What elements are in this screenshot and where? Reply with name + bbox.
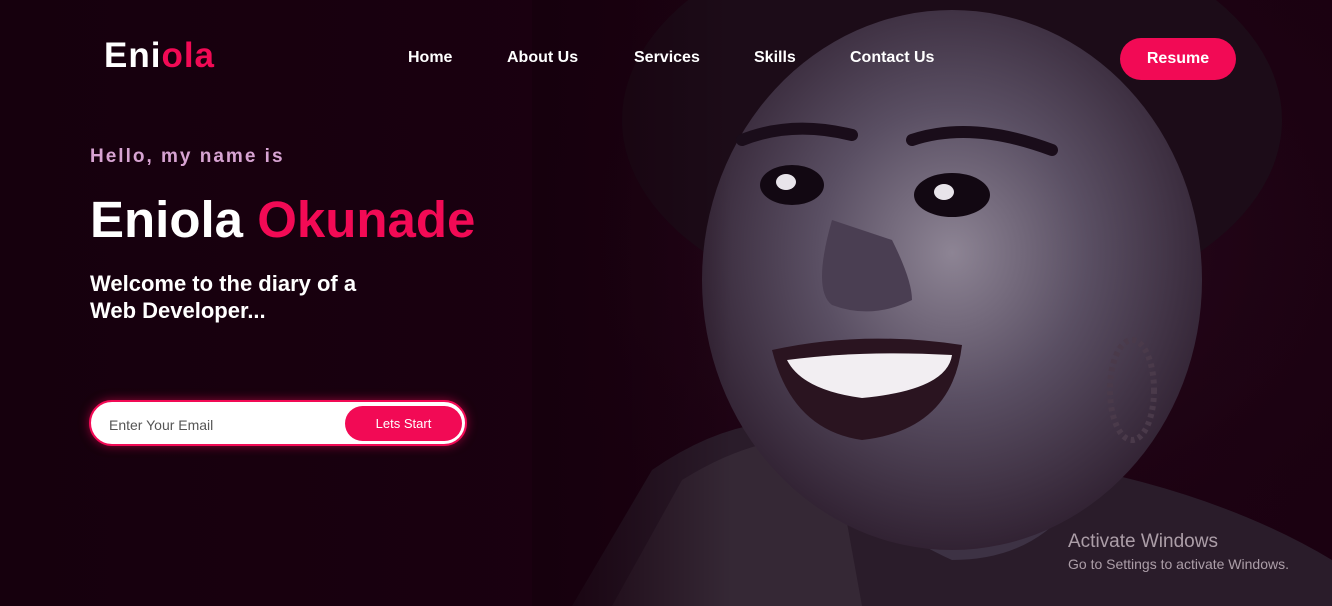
- tagline-line-1: Welcome to the diary of a: [90, 271, 357, 296]
- email-signup-form: Lets Start: [89, 400, 467, 446]
- tagline-line-2: Web Developer...: [90, 298, 266, 323]
- hero-tagline: Welcome to the diary of a Web Developer.…: [90, 270, 410, 324]
- nav-link-contact-us[interactable]: Contact Us: [850, 49, 934, 67]
- top-navbar: Eniola Home About Us Services Skills Con…: [0, 0, 1332, 116]
- lets-start-button[interactable]: Lets Start: [345, 406, 462, 441]
- hero-page: Eniola Home About Us Services Skills Con…: [0, 0, 1332, 606]
- watermark-subtitle: Go to Settings to activate Windows.: [1068, 556, 1289, 572]
- site-logo[interactable]: Eniola: [104, 36, 215, 76]
- nav-link-about-us[interactable]: About Us: [507, 49, 578, 67]
- nav-link-skills[interactable]: Skills: [754, 49, 796, 67]
- logo-text-accent: ola: [161, 36, 216, 75]
- resume-button[interactable]: Resume: [1120, 38, 1236, 80]
- email-input[interactable]: [107, 412, 341, 438]
- hero-greeting: Hello, my name is: [90, 146, 285, 167]
- activate-windows-watermark: Activate Windows Go to Settings to activ…: [1068, 531, 1289, 572]
- watermark-title: Activate Windows: [1068, 531, 1218, 552]
- nav-link-home[interactable]: Home: [408, 49, 452, 67]
- hero-last-name: Okunade: [257, 191, 476, 248]
- hero-name: Eniola Okunade: [90, 190, 475, 249]
- logo-text-first: Eni: [104, 36, 162, 75]
- nav-link-services[interactable]: Services: [634, 49, 700, 67]
- hero-first-name: Eniola: [90, 191, 244, 248]
